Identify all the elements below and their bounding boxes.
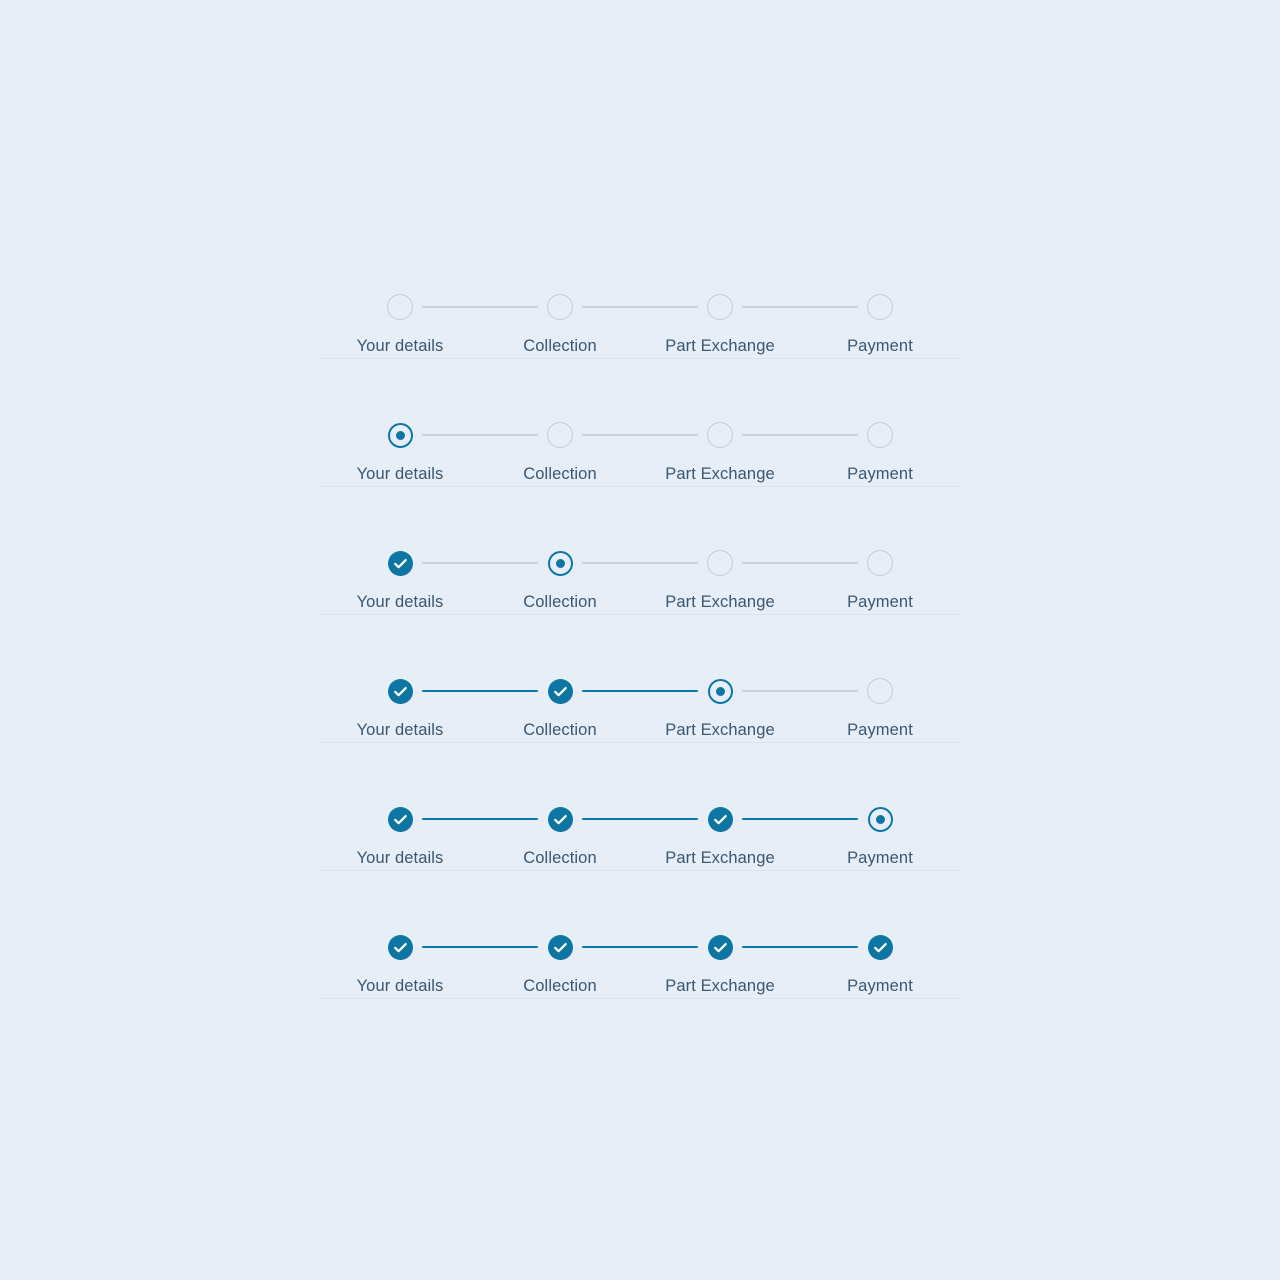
empty-circle-icon — [547, 422, 573, 448]
step-4[interactable]: Payment — [800, 657, 960, 740]
step-4[interactable]: Payment — [800, 529, 960, 612]
step-label: Your details — [356, 337, 444, 355]
empty-circle-icon — [867, 678, 893, 704]
check-icon — [547, 935, 573, 960]
step-label: Payment — [847, 721, 913, 739]
step-1[interactable]: Your details — [320, 657, 480, 740]
step-label: Part Exchange — [665, 593, 775, 611]
step-1[interactable]: Your details — [320, 273, 480, 356]
step-3[interactable]: Part Exchange — [640, 657, 800, 740]
stepper-step-2-active: Your details Collection Part Exchange Payme… — [320, 529, 960, 657]
step-3[interactable]: Part Exchange — [640, 529, 800, 612]
step-1[interactable]: Your details — [320, 785, 480, 868]
check-icon — [547, 679, 573, 704]
row-divider — [320, 614, 960, 615]
stepper-gallery: Your details Collection Part Exchange Payme… — [0, 0, 1280, 1280]
check-icon — [707, 807, 733, 832]
step-label: Part Exchange — [665, 337, 775, 355]
row-divider — [320, 998, 960, 999]
empty-circle-icon — [867, 422, 893, 448]
step-3[interactable]: Part Exchange — [640, 273, 800, 356]
step-2[interactable]: Collection — [480, 913, 640, 996]
step-label: Part Exchange — [665, 849, 775, 867]
step-4[interactable]: Payment — [800, 913, 960, 996]
step-label: Your details — [356, 849, 444, 867]
step-3[interactable]: Part Exchange — [640, 401, 800, 484]
step-label: Part Exchange — [665, 977, 775, 995]
stepper-track: Your details Collection Part Exchange Payme… — [320, 273, 960, 401]
stepper-step-1-active: Your details Collection Part Exchange Payme… — [320, 401, 960, 529]
step-4[interactable]: Payment — [800, 401, 960, 484]
step-label: Your details — [356, 721, 444, 739]
check-icon — [387, 551, 413, 576]
empty-circle-icon — [547, 294, 573, 320]
step-label: Collection — [523, 337, 597, 355]
active-dot-icon — [707, 679, 733, 704]
check-icon — [547, 807, 573, 832]
active-dot-icon — [547, 551, 573, 576]
step-label: Part Exchange — [665, 465, 775, 483]
stepper-track: Your details Collection Part Exchange Payme… — [320, 529, 960, 657]
row-divider — [320, 486, 960, 487]
empty-circle-icon — [707, 422, 733, 448]
step-label: Payment — [847, 337, 913, 355]
step-label: Payment — [847, 849, 913, 867]
step-3[interactable]: Part Exchange — [640, 785, 800, 868]
stepper-all-pending: Your details Collection Part Exchange Payme… — [320, 273, 960, 401]
step-1[interactable]: Your details — [320, 401, 480, 484]
active-dot-icon — [387, 423, 413, 448]
step-label: Your details — [356, 977, 444, 995]
step-4[interactable]: Payment — [800, 273, 960, 356]
empty-circle-icon — [387, 294, 413, 320]
step-label: Your details — [356, 593, 444, 611]
row-divider — [320, 358, 960, 359]
step-1[interactable]: Your details — [320, 913, 480, 996]
stepper-step-3-active: Your details Collection Part Exchange Payme… — [320, 657, 960, 785]
check-icon — [387, 679, 413, 704]
check-icon — [707, 935, 733, 960]
step-label: Part Exchange — [665, 721, 775, 739]
stepper-all-complete: Your details Collection Part Exchange Payme… — [320, 913, 960, 1041]
check-icon — [867, 935, 893, 960]
stepper-step-4-active: Your details Collection Part Exchange Payme… — [320, 785, 960, 913]
step-2[interactable]: Collection — [480, 273, 640, 356]
step-label: Collection — [523, 593, 597, 611]
empty-circle-icon — [707, 294, 733, 320]
active-dot-icon — [867, 807, 893, 832]
check-icon — [387, 935, 413, 960]
empty-circle-icon — [867, 294, 893, 320]
stepper-track: Your details Collection Part Exchange Payme… — [320, 913, 960, 1041]
row-divider — [320, 870, 960, 871]
step-2[interactable]: Collection — [480, 785, 640, 868]
check-icon — [387, 807, 413, 832]
step-2[interactable]: Collection — [480, 529, 640, 612]
empty-circle-icon — [707, 550, 733, 576]
step-label: Payment — [847, 465, 913, 483]
step-label: Your details — [356, 465, 444, 483]
step-label: Collection — [523, 849, 597, 867]
step-3[interactable]: Part Exchange — [640, 913, 800, 996]
step-2[interactable]: Collection — [480, 401, 640, 484]
stepper-track: Your details Collection Part Exchange Payme… — [320, 401, 960, 529]
step-label: Payment — [847, 977, 913, 995]
step-label: Payment — [847, 593, 913, 611]
stepper-track: Your details Collection Part Exchange Payme… — [320, 657, 960, 785]
row-divider — [320, 742, 960, 743]
step-label: Collection — [523, 977, 597, 995]
step-2[interactable]: Collection — [480, 657, 640, 740]
step-4[interactable]: Payment — [800, 785, 960, 868]
step-1[interactable]: Your details — [320, 529, 480, 612]
empty-circle-icon — [867, 550, 893, 576]
step-label: Collection — [523, 721, 597, 739]
step-label: Collection — [523, 465, 597, 483]
stepper-track: Your details Collection Part Exchange Payme… — [320, 785, 960, 913]
